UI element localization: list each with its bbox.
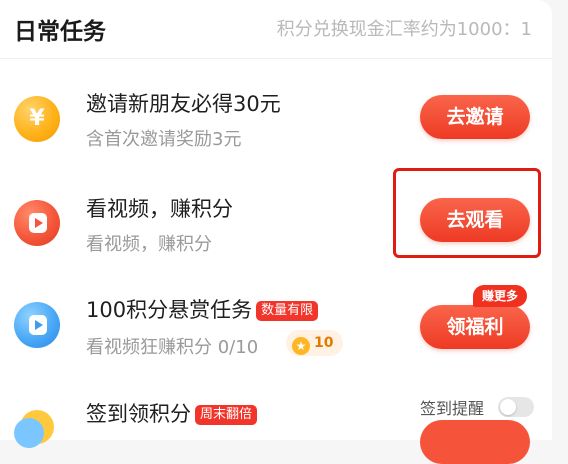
star-icon: ★ bbox=[292, 337, 310, 355]
play-glyph bbox=[29, 213, 47, 233]
red-play-icon bbox=[14, 200, 60, 246]
task-video-title: 看视频，赚积分 bbox=[86, 197, 233, 221]
task-checkin-title: 签到领积分 周末翻倍 bbox=[86, 398, 258, 428]
watch-button-highlight bbox=[393, 168, 541, 258]
yen-coin-icon: ¥ bbox=[14, 96, 60, 142]
task-video-subtitle: 看视频，赚积分 bbox=[86, 234, 212, 255]
points-reward-chip: ★ 10 bbox=[286, 330, 344, 356]
checkin-button[interactable] bbox=[420, 420, 530, 464]
invite-button[interactable]: 去邀请 bbox=[420, 95, 530, 139]
task-bounty-title-text: 100积分悬赏任务 bbox=[86, 298, 253, 322]
daily-tasks-card: 日常任务 积分兑换现金汇率约为1000：1 ¥ 邀请新朋友必得30元 含首次邀请… bbox=[0, 0, 552, 464]
yen-symbol: ¥ bbox=[29, 106, 45, 131]
card-header: 日常任务 积分兑换现金汇率约为1000：1 bbox=[0, 0, 552, 59]
checkin-icon bbox=[14, 408, 60, 454]
weekend-double-tag: 周末翻倍 bbox=[195, 405, 258, 425]
task-bounty-title: 100积分悬赏任务 数量有限 bbox=[86, 294, 319, 324]
play-glyph bbox=[29, 315, 47, 335]
limited-quantity-tag: 数量有限 bbox=[256, 301, 319, 321]
claim-benefit-button[interactable]: 领福利 bbox=[420, 305, 530, 349]
blue-play-icon bbox=[14, 302, 60, 348]
exchange-rate-note: 积分兑换现金汇率约为1000：1 bbox=[276, 19, 532, 40]
task-invite-subtitle: 含首次邀请奖励3元 bbox=[86, 129, 242, 150]
points-value: 10 bbox=[314, 335, 334, 351]
task-bounty-subtitle: 看视频狂赚积分 0/10 bbox=[86, 337, 259, 358]
toggle-knob bbox=[500, 399, 516, 415]
section-title: 日常任务 bbox=[14, 19, 106, 45]
checkin-reminder-label: 签到提醒 bbox=[420, 399, 485, 418]
checkin-reminder-toggle[interactable] bbox=[498, 397, 534, 417]
task-invite-title: 邀请新朋友必得30元 bbox=[86, 92, 281, 116]
earn-more-badge: 赚更多 bbox=[473, 285, 528, 307]
task-checkin-title-text: 签到领积分 bbox=[86, 402, 191, 426]
